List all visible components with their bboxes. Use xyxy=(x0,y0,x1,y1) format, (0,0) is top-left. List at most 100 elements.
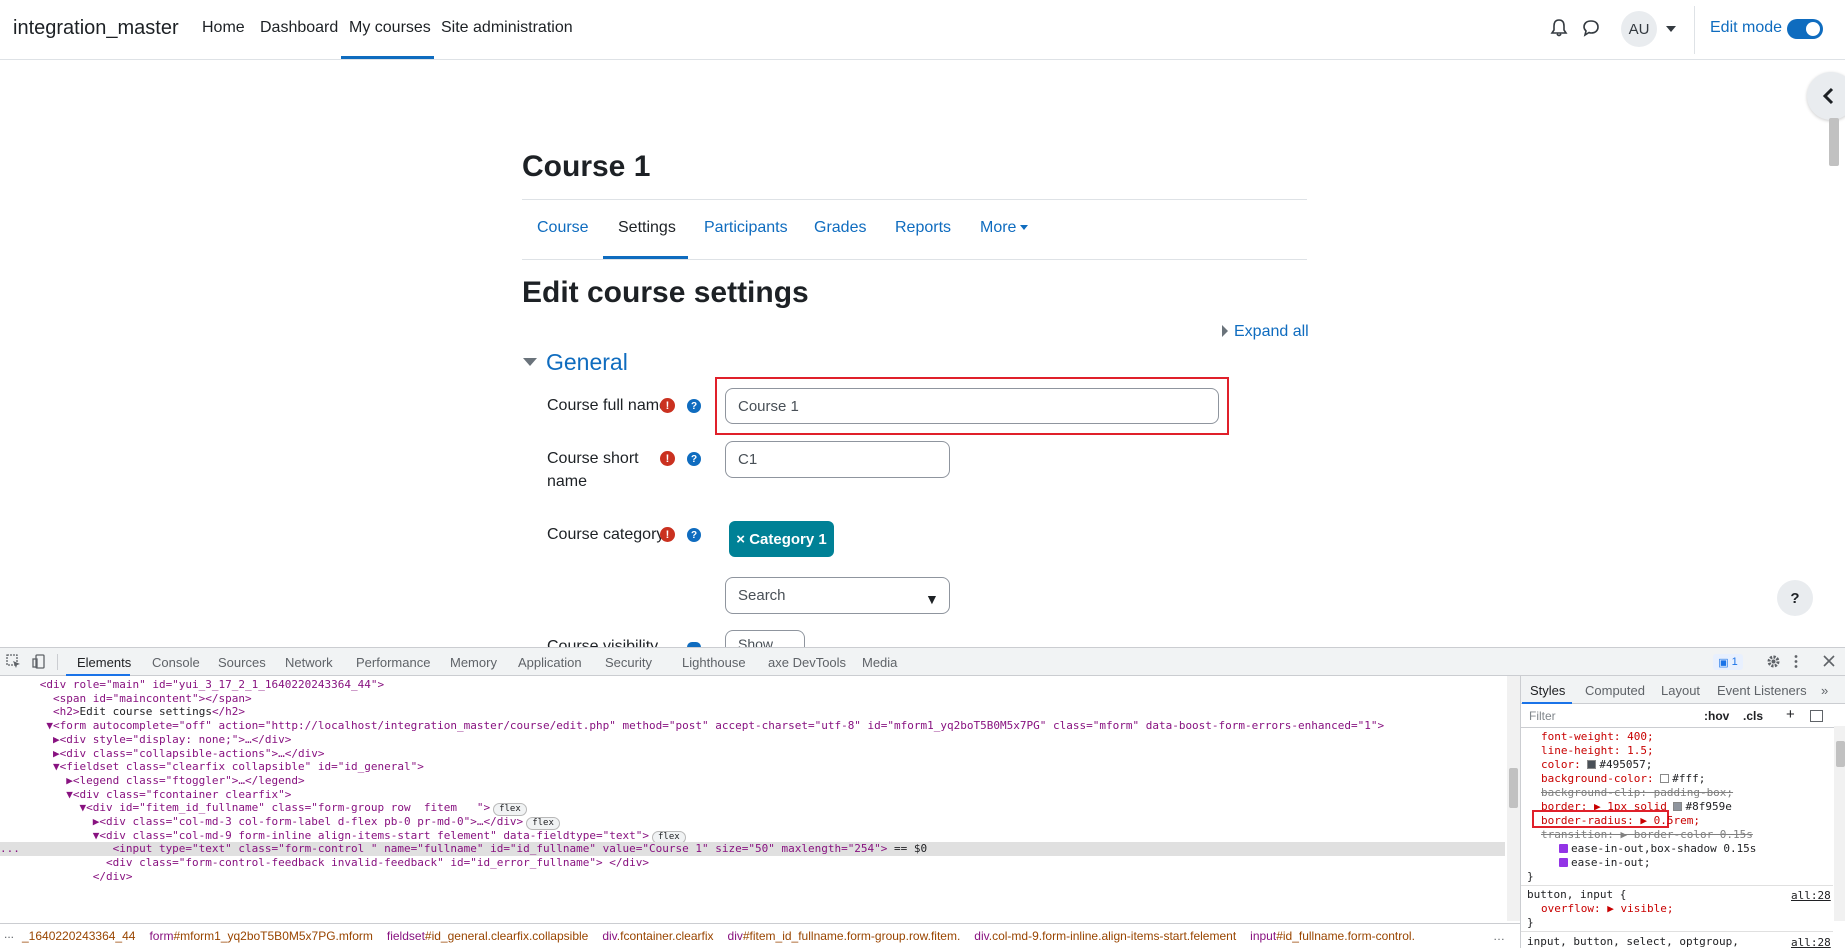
tab-reports[interactable]: Reports xyxy=(895,219,951,237)
css-overflow[interactable]: overflow: ▶ visible; xyxy=(1541,902,1673,916)
css-transition-sub[interactable]: ease-in-out; xyxy=(1559,856,1650,870)
tab-styles[interactable]: Styles xyxy=(1530,683,1565,698)
dom-node-line[interactable]: ▼<div class="col-md-9 form-inline align-… xyxy=(0,829,1505,844)
tab-application[interactable]: Application xyxy=(518,655,582,670)
dom-node-line[interactable]: ▶<legend class="ftoggler">…</legend> xyxy=(0,774,1505,788)
css-background-clip[interactable]: background-clip: padding-box; xyxy=(1541,786,1733,800)
styles-scrollbar[interactable] xyxy=(1834,726,1845,921)
shortname-input[interactable]: C1 xyxy=(725,441,950,478)
nav-home[interactable]: Home xyxy=(202,19,245,37)
dom-scroll-thumb[interactable] xyxy=(1509,768,1518,808)
tab-participants[interactable]: Participants xyxy=(704,219,788,237)
open-drawer-button[interactable] xyxy=(1807,72,1845,120)
nav-my-courses[interactable]: My courses xyxy=(349,19,431,37)
expand-all-link[interactable]: Expand all xyxy=(1222,323,1309,341)
section-general-legend[interactable]: General xyxy=(546,349,628,376)
dom-node-line[interactable]: ▼<div id="fitem_id_fullname" class="form… xyxy=(0,801,1505,817)
tab-network[interactable]: Network xyxy=(285,655,333,670)
nav-site-administration[interactable]: Site administration xyxy=(441,19,573,37)
dom-node-line[interactable]: ... <input type="text" class="form-contr… xyxy=(0,842,1505,857)
styles-scroll-thumb[interactable] xyxy=(1836,741,1845,767)
dom-node-line[interactable]: <h2>Edit course settings</h2> xyxy=(0,705,1505,719)
css-transition[interactable]: transition: ▶ border-color 0.15s xyxy=(1541,828,1753,842)
breadcrumb-scroll-left[interactable]: ... xyxy=(4,927,14,941)
css-background-color[interactable]: background-color: #fff; xyxy=(1541,772,1705,786)
dom-node-line[interactable]: ▼<form autocomplete="off" action="http:/… xyxy=(0,719,1505,733)
site-name[interactable]: integration_master xyxy=(13,17,179,40)
dom-node-line[interactable]: <div class="form-control-feedback invali… xyxy=(0,856,1505,870)
dom-scrollbar[interactable] xyxy=(1507,676,1520,921)
tab-axe-devtools[interactable]: axe DevTools xyxy=(768,655,846,670)
more-options-icon[interactable] xyxy=(1793,654,1799,669)
breadcrumb-item[interactable]: _1640220243364_44 xyxy=(22,929,135,943)
category-chip[interactable]: × Category 1 xyxy=(729,521,834,557)
css-color[interactable]: color: #495057; xyxy=(1541,758,1652,772)
color-swatch[interactable] xyxy=(1587,760,1597,769)
settings-gear-icon[interactable] xyxy=(1766,654,1781,669)
hov-toggle[interactable]: :hov xyxy=(1704,709,1729,723)
tab-grades[interactable]: Grades xyxy=(814,219,866,237)
tab-security[interactable]: Security xyxy=(605,655,652,670)
checkbox-icon[interactable] xyxy=(1559,844,1568,853)
breadcrumb-scroll-right[interactable]: … xyxy=(1493,929,1505,943)
css-source-link[interactable]: all:28 xyxy=(1791,889,1831,902)
breadcrumb-item[interactable]: input#id_fullname.form-control. xyxy=(1250,929,1415,943)
tab-settings[interactable]: Settings xyxy=(618,219,676,237)
dom-node-line[interactable]: <div role="main" id="yui_3_17_2_1_164022… xyxy=(0,678,1505,692)
cls-toggle[interactable]: .cls xyxy=(1743,709,1763,723)
dom-tree[interactable]: <div role="main" id="yui_3_17_2_1_164022… xyxy=(0,676,1505,921)
tab-layout[interactable]: Layout xyxy=(1661,683,1700,698)
dom-node-line[interactable]: </div> xyxy=(0,870,1505,884)
bell-icon[interactable] xyxy=(1550,18,1568,38)
page-scrollbar[interactable] xyxy=(1829,118,1839,166)
css-rule-selector[interactable]: input, button, select, optgroup, xyxy=(1527,935,1739,948)
dom-node-line[interactable]: <span id="maincontent"></span> xyxy=(0,692,1505,706)
message-icon[interactable] xyxy=(1582,19,1600,37)
edit-mode-toggle[interactable] xyxy=(1787,19,1823,39)
avatar[interactable]: AU xyxy=(1621,11,1657,47)
color-swatch[interactable] xyxy=(1673,802,1683,811)
css-rule-selector[interactable]: button, input { xyxy=(1527,888,1626,902)
tab-lighthouse[interactable]: Lighthouse xyxy=(682,655,746,670)
tab-sources[interactable]: Sources xyxy=(218,655,266,670)
help-icon[interactable]: ? xyxy=(687,399,701,413)
css-transition-sub[interactable]: ease-in-out,box-shadow 0.15s xyxy=(1559,842,1756,856)
tab-course[interactable]: Course xyxy=(537,219,589,237)
tab-media[interactable]: Media xyxy=(862,655,897,670)
dom-node-line[interactable]: ▶<div class="collapsible-actions">…</div… xyxy=(0,747,1505,761)
issues-badge[interactable]: ▣ 1 xyxy=(1713,654,1743,670)
tab-performance[interactable]: Performance xyxy=(356,655,430,670)
breadcrumb-item[interactable]: div.col-md-9.form-inline.align-items-sta… xyxy=(974,929,1236,943)
more-tabs-chevron-icon[interactable]: » xyxy=(1821,683,1828,698)
tab-event-listeners[interactable]: Event Listeners xyxy=(1717,683,1807,698)
dom-node-line[interactable]: ▶<div style="display: none;">…</div> xyxy=(0,733,1505,747)
styles-filter-input[interactable]: Filter xyxy=(1529,709,1556,723)
breadcrumb-item[interactable]: div#fitem_id_fullname.form-group.row.fit… xyxy=(728,929,961,943)
visibility-select[interactable]: Show xyxy=(725,630,805,648)
css-source-link[interactable]: all:28 xyxy=(1791,936,1831,948)
help-icon[interactable]: ? xyxy=(687,452,701,466)
close-icon[interactable] xyxy=(1823,655,1835,667)
device-toolbar-icon[interactable] xyxy=(32,654,47,669)
chevron-down-icon[interactable] xyxy=(1666,26,1676,32)
toggle-sidebar-icon[interactable] xyxy=(1810,710,1823,722)
breadcrumb-item[interactable]: form#mform1_yq2boT5B0M5x7PG.mform xyxy=(149,929,372,943)
breadcrumb-item[interactable]: div.fcontainer.clearfix xyxy=(602,929,713,943)
color-swatch[interactable] xyxy=(1660,774,1670,783)
dom-node-line[interactable]: ▼<div class="fcontainer clearfix"> xyxy=(0,788,1505,802)
breadcrumb-item[interactable]: fieldset#id_general.clearfix.collapsible xyxy=(387,929,588,943)
checkbox-icon[interactable] xyxy=(1559,858,1568,867)
dom-node-line[interactable]: ▶<div class="col-md-3 col-form-label d-f… xyxy=(0,815,1505,830)
dropdown-caret-icon[interactable]: ▼ xyxy=(925,591,939,607)
nav-dashboard[interactable]: Dashboard xyxy=(260,19,338,37)
tab-computed[interactable]: Computed xyxy=(1585,683,1645,698)
dom-node-line[interactable]: ▼<fieldset class="clearfix collapsible" … xyxy=(0,760,1505,774)
css-border-radius[interactable]: border-radius: ▶ 0.5rem; xyxy=(1541,814,1700,828)
category-search-input[interactable]: Search xyxy=(725,577,950,614)
tab-elements[interactable]: Elements xyxy=(77,655,131,670)
fullname-input[interactable]: Course 1 xyxy=(725,388,1219,424)
help-icon[interactable]: ? xyxy=(687,528,701,542)
tab-more[interactable]: More xyxy=(980,219,1029,237)
styles-rules[interactable]: font-weight: 400; line-height: 1.5; colo… xyxy=(1521,728,1833,948)
css-font-weight[interactable]: font-weight: 400; xyxy=(1541,730,1654,744)
